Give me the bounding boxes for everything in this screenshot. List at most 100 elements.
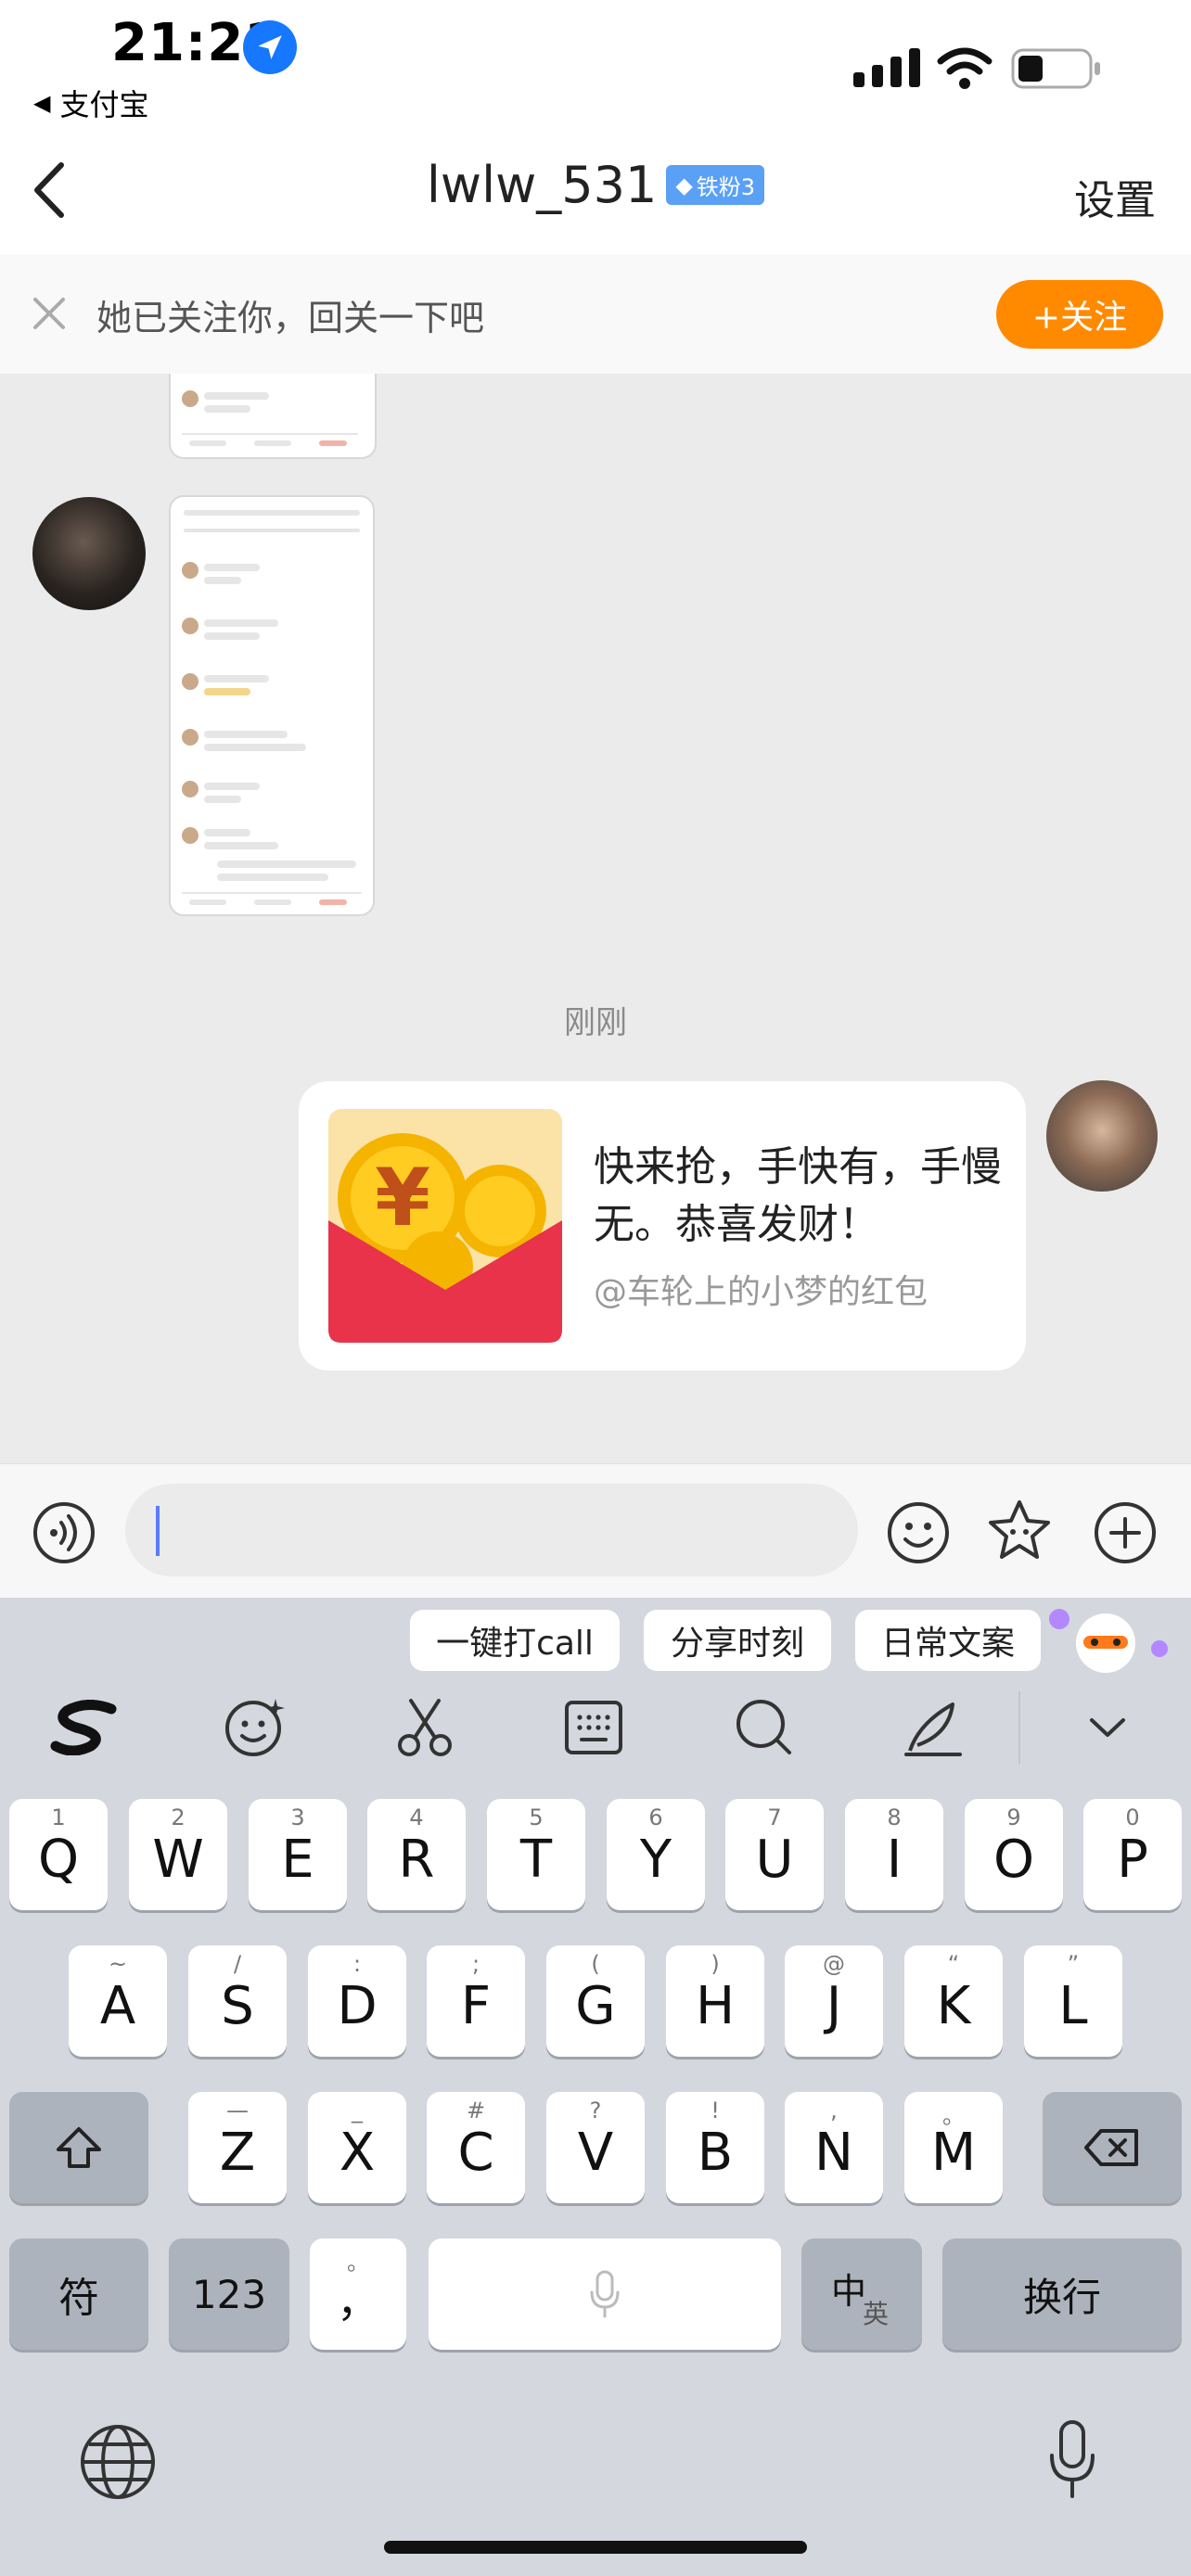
search-icon[interactable] bbox=[727, 1693, 801, 1762]
key-m[interactable]: 。 M bbox=[904, 2092, 1003, 2203]
key-sub: — bbox=[226, 2098, 249, 2123]
keyboard-mascot-icon[interactable] bbox=[1048, 1602, 1169, 1678]
key-o[interactable]: 9O bbox=[965, 1799, 1063, 1910]
backspace-key[interactable] bbox=[1043, 2092, 1182, 2203]
suggestion-chip[interactable]: 日常文案 bbox=[855, 1610, 1041, 1671]
number-key[interactable]: 123 bbox=[169, 2238, 289, 2350]
shift-arrow-icon bbox=[57, 2127, 101, 2168]
plus-icon[interactable] bbox=[1093, 1500, 1158, 1565]
key-f[interactable]: ; F bbox=[427, 1945, 525, 2057]
key-sub: ( bbox=[591, 1951, 600, 1977]
settings-button[interactable]: 设置 bbox=[1074, 167, 1156, 226]
key-p[interactable]: 0P bbox=[1083, 1799, 1182, 1910]
key-g[interactable]: (G bbox=[546, 1945, 645, 2057]
suggestion-chip[interactable]: 一键打call bbox=[410, 1610, 620, 1671]
key-d[interactable]: :D bbox=[308, 1945, 406, 2057]
scissors-icon[interactable] bbox=[388, 1693, 462, 1762]
key-sub: 0 bbox=[1125, 1804, 1140, 1830]
key-v[interactable]: ? V bbox=[546, 2092, 645, 2203]
key-b[interactable]: ! B bbox=[666, 2092, 764, 2203]
key-label: W bbox=[152, 1829, 204, 1890]
key-r[interactable]: 4R bbox=[367, 1799, 466, 1910]
key-label: ， bbox=[337, 2276, 379, 2327]
backspace-icon bbox=[1084, 2129, 1138, 2166]
space-key[interactable] bbox=[429, 2238, 781, 2350]
wifi-icon bbox=[937, 47, 992, 89]
follow-button[interactable]: +关注 bbox=[996, 280, 1163, 349]
key-sub: “ bbox=[947, 1951, 960, 1977]
key-label: A bbox=[99, 1975, 136, 2036]
key-e[interactable]: 3E bbox=[249, 1799, 347, 1910]
symbol-key[interactable]: 符 bbox=[9, 2238, 148, 2350]
home-indicator[interactable] bbox=[384, 2541, 807, 2554]
dictation-microphone-icon[interactable] bbox=[1044, 2418, 1100, 2502]
key-sub: / bbox=[233, 1951, 242, 1977]
image-message[interactable] bbox=[169, 374, 377, 459]
key-n[interactable]: ,N bbox=[785, 2092, 883, 2203]
emoji-sparkle-icon[interactable] bbox=[217, 1693, 291, 1762]
pen-icon[interactable] bbox=[896, 1693, 970, 1762]
key-t[interactable]: 5T bbox=[487, 1799, 585, 1910]
key-sub: , bbox=[830, 2098, 838, 2123]
red-packet-text: 快来抢，手快有，手慢无。恭喜发财！ bbox=[594, 1143, 1002, 1248]
globe-icon[interactable] bbox=[78, 2422, 158, 2502]
red-packet-sender: @车轮上的小梦的红包 bbox=[594, 1273, 928, 1311]
key-sub: 。 bbox=[942, 2103, 965, 2129]
key-label: C bbox=[457, 2122, 494, 2183]
back-to-app-link[interactable]: ◀ 支付宝 bbox=[33, 82, 148, 124]
key-u[interactable]: 7U bbox=[725, 1799, 824, 1910]
punctuation-key[interactable]: 。 ， bbox=[310, 2238, 406, 2350]
keyboard-icon[interactable] bbox=[557, 1693, 631, 1762]
key-label: G bbox=[575, 1975, 616, 2036]
key-label: P bbox=[1117, 1829, 1148, 1890]
key-a[interactable]: ~ A bbox=[69, 1945, 167, 2057]
key-h[interactable]: ) H bbox=[666, 1945, 764, 2057]
key-c[interactable]: # C bbox=[427, 2092, 525, 2203]
voice-icon[interactable] bbox=[32, 1500, 96, 1565]
key-x[interactable]: _ X bbox=[308, 2092, 406, 2203]
emoji-icon[interactable] bbox=[886, 1500, 951, 1565]
lang-main: 中 bbox=[831, 2271, 867, 2312]
key-i[interactable]: 8I bbox=[845, 1799, 943, 1910]
chevron-down-icon[interactable] bbox=[1070, 1693, 1145, 1762]
key-sub: 8 bbox=[887, 1804, 902, 1830]
key-label: M bbox=[930, 2122, 977, 2183]
close-icon[interactable] bbox=[28, 292, 70, 335]
key-label: Z bbox=[219, 2122, 256, 2183]
key-s[interactable]: / S bbox=[188, 1945, 287, 2057]
key-label: K bbox=[936, 1975, 971, 2036]
sticker-icon[interactable] bbox=[985, 1497, 1054, 1565]
sogou-logo-icon[interactable] bbox=[48, 1693, 122, 1762]
key-sub: 3 bbox=[290, 1804, 305, 1830]
suggestion-chip[interactable]: 分享时刻 bbox=[644, 1610, 831, 1671]
key-sub: : bbox=[352, 1951, 362, 1977]
message-input[interactable] bbox=[125, 1484, 858, 1576]
key-w[interactable]: 2W bbox=[129, 1799, 227, 1910]
image-message[interactable] bbox=[169, 495, 375, 916]
key-label: B bbox=[697, 2122, 734, 2183]
key-label: R bbox=[398, 1829, 435, 1890]
key-sub: 6 bbox=[648, 1804, 663, 1830]
key-sub: 2 bbox=[171, 1804, 186, 1830]
key-sub: ; bbox=[471, 1951, 480, 1977]
battery-icon bbox=[1011, 48, 1100, 89]
key-sub: ? bbox=[589, 2098, 602, 2123]
svg-text:¥: ¥ bbox=[375, 1152, 430, 1244]
key-j[interactable]: @ J bbox=[785, 1945, 883, 2057]
key-l[interactable]: ” L bbox=[1024, 1945, 1122, 2057]
key-label: V bbox=[577, 2122, 614, 2183]
follow-prompt-text: 她已关注你，回关一下吧 bbox=[96, 298, 485, 338]
key-z[interactable]: — Z bbox=[188, 2092, 287, 2203]
page-title: lwlw_531 bbox=[426, 156, 658, 214]
avatar[interactable] bbox=[1046, 1080, 1158, 1192]
key-sub: ) bbox=[711, 1951, 720, 1977]
avatar[interactable] bbox=[32, 497, 146, 610]
key-y[interactable]: 6Y bbox=[607, 1799, 705, 1910]
key-k[interactable]: “K bbox=[904, 1945, 1003, 2057]
key-q[interactable]: 1Q bbox=[9, 1799, 108, 1910]
return-key[interactable]: 换行 bbox=[942, 2238, 1182, 2350]
language-switch-key[interactable]: 中 英 bbox=[801, 2238, 922, 2350]
key-label: N bbox=[814, 2122, 853, 2183]
key-label: Y bbox=[639, 1829, 672, 1890]
shift-key[interactable] bbox=[9, 2092, 148, 2203]
